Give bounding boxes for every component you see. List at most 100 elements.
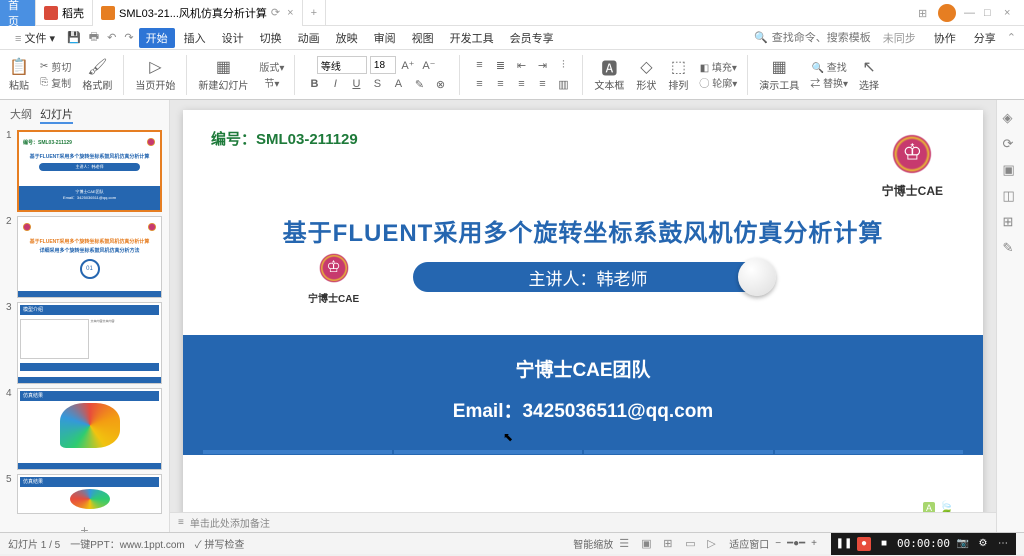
- menu-dev[interactable]: 开发工具: [443, 28, 501, 48]
- menu-member[interactable]: 会员专享: [503, 28, 561, 48]
- collapse-ribbon-icon[interactable]: ⌃: [1007, 31, 1016, 44]
- thumb-4[interactable]: 仿真结果: [17, 388, 162, 470]
- align-left-icon[interactable]: ≡: [470, 75, 488, 93]
- rec-cam-icon[interactable]: 📷: [956, 537, 970, 551]
- rec-stop-icon[interactable]: ■: [877, 537, 891, 551]
- tab-home[interactable]: 首页: [0, 0, 36, 26]
- fontcolor-icon[interactable]: A: [389, 75, 407, 93]
- thumb-5[interactable]: 仿真结果: [17, 474, 162, 514]
- copy-icon[interactable]: ⎘: [40, 77, 48, 88]
- align-center-icon[interactable]: ≡: [491, 75, 509, 93]
- menu-anim[interactable]: 动画: [291, 28, 327, 48]
- tab-docs[interactable]: 稻壳: [36, 0, 93, 26]
- outline-dropdown[interactable]: ◯ 轮廓▾: [699, 75, 737, 90]
- search-input[interactable]: [772, 32, 872, 44]
- shape-button[interactable]: ◇形状: [633, 55, 659, 94]
- menu-view[interactable]: 视图: [405, 28, 441, 48]
- columns-icon[interactable]: ▥: [554, 75, 572, 93]
- grow-font-icon[interactable]: A⁺: [399, 56, 417, 74]
- rt-prop-icon[interactable]: ⊞: [1003, 214, 1019, 230]
- rec-set-icon[interactable]: ⚙: [976, 537, 990, 551]
- replace-button[interactable]: ⇄ 替换▾: [810, 75, 848, 90]
- bullets-icon[interactable]: ≡: [470, 56, 488, 74]
- menu-slide[interactable]: 放映: [329, 28, 365, 48]
- slides-tab[interactable]: 幻灯片: [40, 106, 73, 124]
- zoom-out-icon[interactable]: −: [775, 538, 781, 549]
- font-select[interactable]: [317, 56, 367, 74]
- align-right-icon[interactable]: ≡: [512, 75, 530, 93]
- coop-button[interactable]: 协作: [927, 28, 963, 48]
- undo-icon[interactable]: ↶: [104, 31, 119, 44]
- menu-start[interactable]: 开始: [139, 28, 175, 48]
- underline-icon[interactable]: U: [347, 75, 365, 93]
- notes-placeholder[interactable]: 单击此处添加备注: [190, 515, 270, 530]
- arrange-button[interactable]: ⬚排列: [665, 55, 691, 94]
- spellcheck-button[interactable]: ✓ 拼写检查: [195, 536, 245, 551]
- thumb-3[interactable]: 模型介绍 文本内容文本内容: [17, 302, 162, 384]
- rec-record-icon[interactable]: ●: [857, 537, 871, 551]
- indent-left-icon[interactable]: ⇤: [512, 56, 530, 74]
- notes-icon[interactable]: ≡: [178, 517, 184, 528]
- brush-button[interactable]: 🖌格式刷: [79, 55, 115, 94]
- rec-more-icon[interactable]: ⋯: [996, 537, 1010, 551]
- menu-file[interactable]: ≡ 文件 ▾: [8, 28, 62, 48]
- rt-slide-icon[interactable]: ▣: [1003, 162, 1019, 178]
- rt-layer-icon[interactable]: ◫: [1003, 188, 1019, 204]
- textbox-button[interactable]: 🅰文本框: [591, 55, 627, 94]
- find-button[interactable]: 🔍 查找: [812, 59, 847, 74]
- maximize-icon[interactable]: □: [984, 7, 996, 19]
- fill-dropdown[interactable]: ◧ 填充▾: [700, 59, 737, 74]
- cut-icon[interactable]: ✂: [40, 61, 48, 72]
- thumb-1[interactable]: 编号：SML03-211129 基于FLUENT采用多个旋转坐标系鼓风机仿真分析…: [17, 130, 162, 212]
- rec-pause-icon[interactable]: ❚❚: [837, 537, 851, 551]
- justify-icon[interactable]: ≡: [533, 75, 551, 93]
- slide-canvas[interactable]: 编号：SML03-211129 宁博士CAE 基于FLUENT采用多个旋转坐标系…: [183, 110, 983, 512]
- slideshow-icon[interactable]: ▷: [707, 537, 723, 551]
- notes-view-icon[interactable]: ☰: [619, 537, 635, 551]
- play-button[interactable]: ▷当页开始: [132, 55, 178, 94]
- rt-anim-icon[interactable]: ⟳: [1003, 136, 1019, 152]
- close-tab-icon[interactable]: ×: [287, 7, 293, 19]
- linespace-icon[interactable]: ⫶: [554, 56, 572, 74]
- sync-status[interactable]: 未同步: [876, 28, 923, 48]
- outline-tab[interactable]: 大纲: [10, 106, 32, 124]
- section-dropdown[interactable]: 节▾: [264, 75, 279, 90]
- leaf-widget[interactable]: A🍃: [923, 498, 973, 512]
- zoom-slider[interactable]: ━●━: [787, 538, 805, 549]
- add-slide-button[interactable]: +: [4, 518, 165, 532]
- size-select[interactable]: [370, 56, 396, 74]
- minimize-icon[interactable]: —: [964, 7, 976, 19]
- newslide-button[interactable]: ▦新建幻灯片: [195, 55, 251, 94]
- print-icon[interactable]: 🖶: [86, 28, 102, 47]
- tab-file[interactable]: SML03-21...风机仿真分析计算⟳×: [93, 0, 303, 26]
- rt-tool-icon[interactable]: ✎: [1003, 240, 1019, 256]
- avatar[interactable]: [938, 4, 956, 22]
- menu-insert[interactable]: 插入: [177, 28, 213, 48]
- italic-icon[interactable]: I: [326, 75, 344, 93]
- thumb-2[interactable]: 基于FLUENT采用多个旋转坐标系鼓风机仿真分析计算 详细采用多个旋转坐标系鼓风…: [17, 216, 162, 298]
- refresh-icon[interactable]: ⟳: [271, 6, 280, 19]
- select-button[interactable]: ↖选择: [856, 55, 882, 94]
- reading-view-icon[interactable]: ▭: [685, 537, 701, 551]
- layout-dropdown[interactable]: 版式▾: [259, 59, 284, 74]
- tabs-icon[interactable]: ⊞: [918, 7, 930, 19]
- numbers-icon[interactable]: ≣: [491, 56, 509, 74]
- tools-button[interactable]: ▦演示工具: [756, 55, 802, 94]
- strike-icon[interactable]: S: [368, 75, 386, 93]
- clear-icon[interactable]: ⊗: [431, 75, 449, 93]
- sorter-view-icon[interactable]: ⊞: [663, 537, 679, 551]
- menu-trans[interactable]: 切换: [253, 28, 289, 48]
- normal-view-icon[interactable]: ▣: [641, 537, 657, 551]
- paste-button[interactable]: 📋粘贴: [6, 55, 32, 94]
- menu-design[interactable]: 设计: [215, 28, 251, 48]
- redo-icon[interactable]: ↷: [121, 31, 136, 44]
- highlight-icon[interactable]: ✎: [410, 75, 428, 93]
- close-icon[interactable]: ×: [1004, 7, 1016, 19]
- bold-icon[interactable]: B: [305, 75, 323, 93]
- fit-button[interactable]: 适应窗口: [729, 536, 769, 551]
- indent-right-icon[interactable]: ⇥: [533, 56, 551, 74]
- save-icon[interactable]: 💾: [64, 31, 84, 44]
- share-button[interactable]: 分享: [967, 28, 1003, 48]
- zoom-label[interactable]: 智能缩放: [573, 536, 613, 551]
- zoom-in-icon[interactable]: +: [811, 538, 817, 549]
